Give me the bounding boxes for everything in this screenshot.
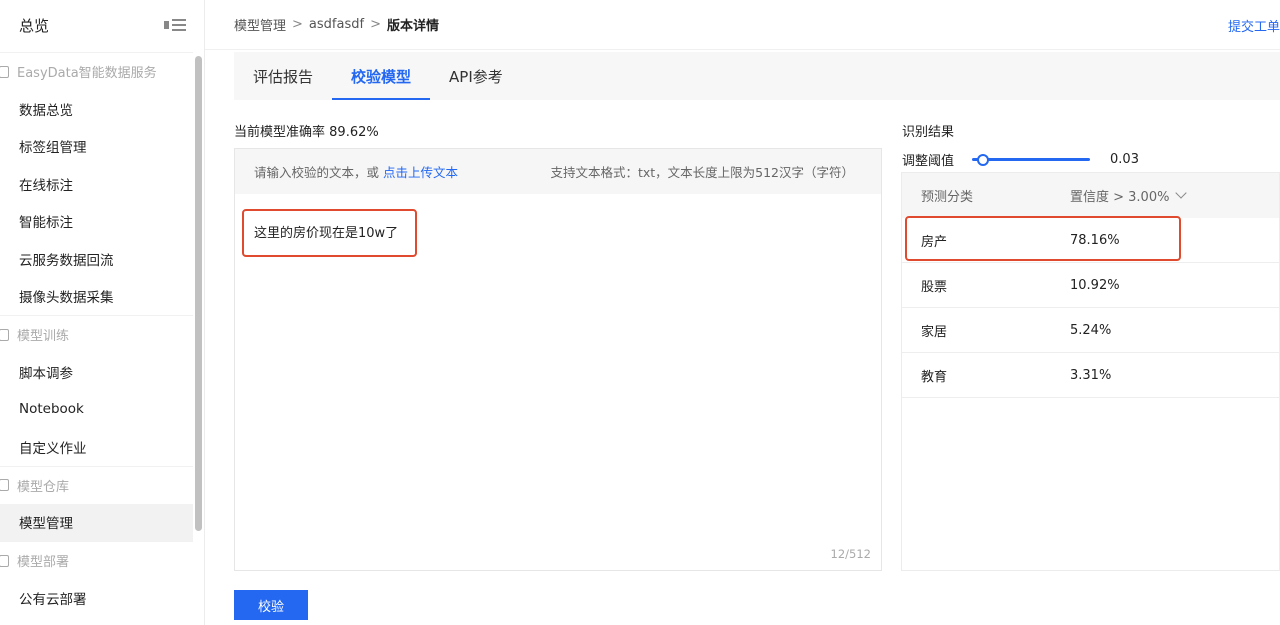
col-confidence-dropdown[interactable]: 置信度 > 3.00% bbox=[1070, 186, 1188, 205]
table-row: 股票 10.92% bbox=[902, 263, 1279, 308]
breadcrumb-version-detail: 版本详情 bbox=[386, 19, 439, 34]
sidebar-item-cloud-reflow[interactable]: 云服务数据回流 bbox=[0, 240, 193, 278]
result-highlight-box bbox=[905, 216, 1181, 261]
deploy-icon bbox=[0, 554, 9, 567]
threshold-label: 调整阈值 bbox=[902, 154, 955, 169]
section-label: 模型仓库 bbox=[17, 479, 70, 495]
format-hint: 支持文本格式：txt，文本长度上限为512汉字（字符） bbox=[550, 165, 854, 180]
char-counter: 12/512 bbox=[830, 547, 871, 561]
sidebar-section-repository[interactable]: 模型仓库 bbox=[0, 465, 193, 504]
threshold-row: 调整阈值 0.03 bbox=[902, 150, 1139, 169]
sidebar-item-script-tuning[interactable]: 脚本调参 bbox=[0, 353, 193, 391]
section-label: 模型部署 bbox=[17, 555, 70, 570]
sidebar-scrollbar[interactable] bbox=[195, 56, 202, 531]
result-confidence: 10.92% bbox=[1070, 277, 1120, 293]
sidebar-item-online-labeling[interactable]: 在线标注 bbox=[0, 165, 193, 203]
breadcrumb-model-name[interactable]: asdfasdf bbox=[309, 17, 364, 32]
sidebar-title[interactable]: 总览 bbox=[19, 15, 49, 36]
sidebar-item-custom-job[interactable]: 自定义作业 bbox=[0, 428, 193, 466]
result-confidence: 3.31% bbox=[1070, 367, 1112, 383]
collapse-menu-icon[interactable] bbox=[164, 17, 186, 33]
slider-thumb[interactable] bbox=[977, 153, 990, 166]
section-label: 模型训练 bbox=[17, 329, 70, 344]
section-label: EasyData智能数据服务 bbox=[17, 66, 157, 81]
sidebar-item-public-cloud-deploy[interactable]: 公有云部署 bbox=[0, 579, 193, 617]
sidebar-item-camera-collect[interactable]: 摄像头数据采集 bbox=[0, 278, 193, 316]
threshold-slider[interactable] bbox=[972, 152, 1091, 168]
col-category: 预测分类 bbox=[921, 190, 974, 205]
input-prompt: 请输入校验的文本，或 点击上传文本 bbox=[254, 162, 458, 181]
sidebar-item-smart-labeling[interactable]: 智能标注 bbox=[0, 203, 193, 241]
sidebar: 总览 EasyData智能数据服务 数据总览 标签组管理 在线标注 智能标注 云… bbox=[0, 0, 205, 625]
upload-text-link[interactable]: 点击上传文本 bbox=[383, 165, 458, 180]
result-category: 家居 bbox=[921, 324, 948, 340]
repository-icon bbox=[0, 479, 9, 491]
chevron-down-icon bbox=[1175, 187, 1188, 199]
sidebar-section-deploy[interactable]: 模型部署 bbox=[0, 541, 193, 579]
table-row: 家居 5.24% bbox=[902, 308, 1279, 353]
slider-track bbox=[972, 157, 1091, 161]
sidebar-menu: EasyData智能数据服务 数据总览 标签组管理 在线标注 智能标注 云服务数… bbox=[0, 52, 193, 617]
result-category: 教育 bbox=[921, 369, 948, 385]
cube-icon bbox=[0, 328, 9, 341]
accuracy-value: 89.62% bbox=[329, 125, 379, 140]
sidebar-item-data-overview[interactable]: 数据总览 bbox=[0, 90, 193, 128]
tab-verify-model[interactable]: 校验模型 bbox=[332, 52, 431, 100]
sidebar-section-easydata[interactable]: EasyData智能数据服务 bbox=[0, 52, 193, 90]
model-accuracy: 当前模型准确率 89.62% bbox=[234, 121, 379, 140]
accuracy-label: 当前模型准确率 bbox=[234, 125, 326, 140]
verify-button[interactable]: 校验 bbox=[234, 590, 308, 620]
topbar: 模型管理 > asdfasdf > 版本详情 提交工单 bbox=[205, 0, 1280, 50]
input-header: 请输入校验的文本，或 点击上传文本 支持文本格式：txt，文本长度上限为512汉… bbox=[235, 149, 881, 194]
results-title: 识别结果 bbox=[902, 125, 955, 140]
result-confidence: 5.24% bbox=[1070, 322, 1112, 338]
sidebar-item-label-groups[interactable]: 标签组管理 bbox=[0, 128, 193, 166]
threshold-value: 0.03 bbox=[1110, 152, 1139, 167]
tab-evaluation-report[interactable]: 评估报告 bbox=[234, 52, 332, 100]
result-category: 股票 bbox=[921, 279, 948, 295]
breadcrumb-model-management[interactable]: 模型管理 bbox=[234, 15, 286, 34]
input-prompt-text: 请输入校验的文本，或 bbox=[254, 165, 380, 180]
tab-api-reference[interactable]: API参考 bbox=[430, 52, 522, 100]
sidebar-item-model-management[interactable]: 模型管理 bbox=[0, 503, 193, 541]
input-highlight-box bbox=[242, 209, 417, 257]
sidebar-section-training[interactable]: 模型训练 bbox=[0, 315, 193, 353]
breadcrumb-separator: > bbox=[292, 17, 303, 32]
breadcrumb: 模型管理 > asdfasdf > 版本详情 bbox=[234, 15, 439, 34]
results-header: 预测分类 置信度 > 3.00% bbox=[902, 173, 1279, 218]
tabs-bar: 评估报告 校验模型 API参考 bbox=[234, 52, 1280, 100]
table-row: 教育 3.31% bbox=[902, 353, 1279, 398]
sidebar-item-notebook[interactable]: Notebook bbox=[0, 391, 193, 429]
breadcrumb-separator: > bbox=[370, 17, 381, 32]
easydata-icon bbox=[0, 65, 9, 78]
submit-ticket-link[interactable]: 提交工单 bbox=[1228, 16, 1280, 35]
sidebar-header: 总览 bbox=[0, 0, 204, 50]
col-confidence-label: 置信度 > 3.00% bbox=[1070, 190, 1170, 205]
